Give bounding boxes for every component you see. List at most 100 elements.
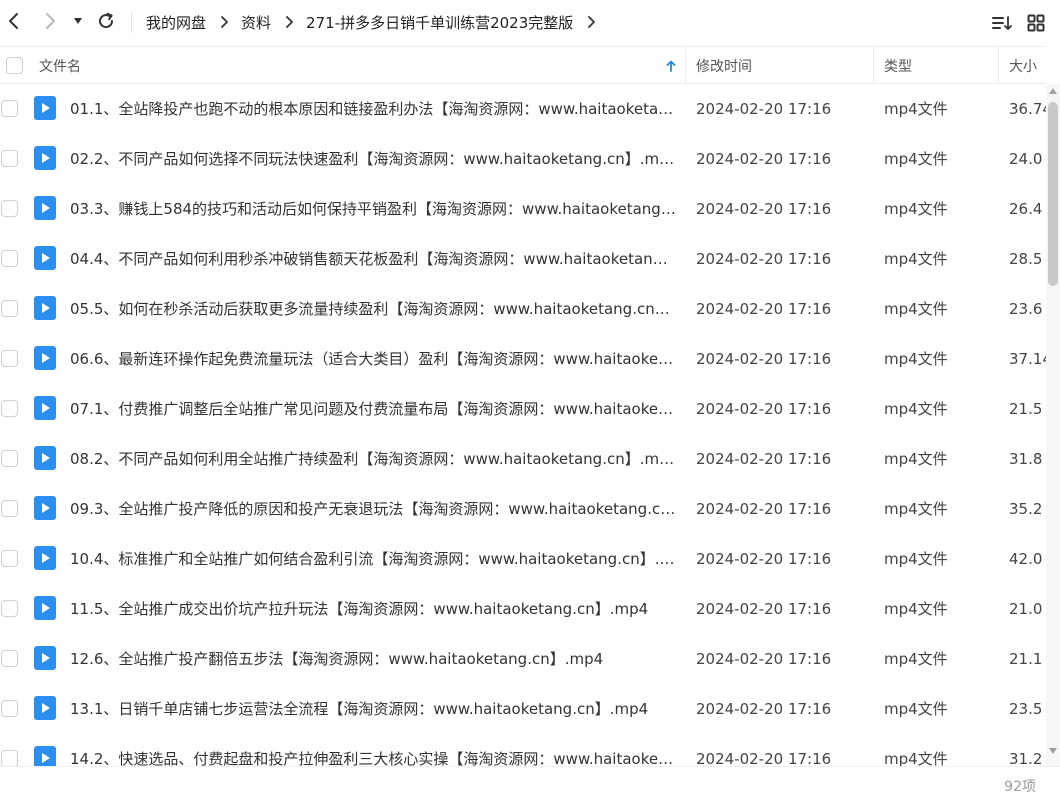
breadcrumb-item-current-folder[interactable]: 271-拼多多日销千单训练营2023完整版 (306, 12, 573, 33)
item-count: 92项 (1004, 779, 1036, 795)
table-row[interactable]: 08.2、不同产品如何利用全站推广持续盈利【海淘资源网：www.haitaoke… (0, 434, 1046, 484)
status-bar: 92项 (0, 766, 1060, 802)
file-size: 21.5 (1009, 400, 1043, 418)
table-row[interactable]: 05.5、如何在秒杀活动后获取更多流量持续盈利【海淘资源网：www.haitao… (0, 284, 1046, 334)
file-modified: 2024-02-20 17:16 (696, 550, 832, 568)
grid-view-button[interactable] (1022, 9, 1050, 37)
video-file-icon (34, 496, 56, 520)
table-row[interactable]: 02.2、不同产品如何选择不同玩法快速盈利【海淘资源网：www.haitaoke… (0, 134, 1046, 184)
file-size: 24.0 (1009, 150, 1043, 168)
toolbar: 我的网盘 资料 271-拼多多日销千单训练营2023完整版 (0, 0, 1060, 44)
row-checkbox[interactable] (1, 250, 18, 267)
column-header-modified[interactable]: 修改时间 (696, 47, 866, 84)
file-name[interactable]: 09.3、全站推广投产降低的原因和投产无衰退玩法【海淘资源网：www.haita… (70, 484, 676, 534)
row-checkbox[interactable] (1, 650, 18, 667)
video-file-icon (34, 546, 56, 570)
row-checkbox[interactable] (1, 450, 18, 467)
file-type: mp4文件 (884, 650, 948, 668)
table-row[interactable]: 07.1、付费推广调整后全站推广常见问题及付费流量布局【海淘资源网：www.ha… (0, 384, 1046, 434)
file-modified: 2024-02-20 17:16 (696, 700, 832, 718)
row-checkbox[interactable] (1, 500, 18, 517)
grid-view-icon (1027, 14, 1045, 32)
table-row[interactable]: 14.2、快速选品、付费起盘和投产拉伸盈利三大核心实操【海淘资源网：www.ha… (0, 734, 1046, 766)
file-type: mp4文件 (884, 700, 948, 718)
video-file-icon (34, 646, 56, 670)
file-name[interactable]: 05.5、如何在秒杀活动后获取更多流量持续盈利【海淘资源网：www.haitao… (70, 284, 676, 334)
file-type: mp4文件 (884, 200, 948, 218)
table-row[interactable]: 09.3、全站推广投产降低的原因和投产无衰退玩法【海淘资源网：www.haita… (0, 484, 1046, 534)
file-type: mp4文件 (884, 150, 948, 168)
file-modified: 2024-02-20 17:16 (696, 650, 832, 668)
file-size: 35.2 (1009, 500, 1043, 518)
column-divider[interactable] (873, 47, 874, 84)
chevron-right-icon[interactable] (587, 16, 596, 28)
checkbox[interactable] (6, 57, 23, 74)
video-file-icon (34, 246, 56, 270)
scroll-up-icon[interactable] (1049, 88, 1057, 94)
file-name[interactable]: 04.4、不同产品如何利用秒杀冲破销售额天花板盈利【海淘资源网：www.hait… (70, 234, 676, 284)
file-name[interactable]: 13.1、日销千单店铺七步运营法全流程【海淘资源网：www.haitaoketa… (70, 684, 676, 734)
file-modified: 2024-02-20 17:16 (696, 600, 832, 618)
table-row[interactable]: 10.4、标准推广和全站推广如何结合盈利引流【海淘资源网：www.haitaok… (0, 534, 1046, 584)
toolbar-divider (131, 11, 132, 33)
file-size: 23.6 (1009, 300, 1043, 318)
table-row[interactable]: 12.6、全站推广投产翻倍五步法【海淘资源网：www.haitaoketang.… (0, 634, 1046, 684)
sort-ascending-icon[interactable] (666, 47, 680, 84)
table-row[interactable]: 04.4、不同产品如何利用秒杀冲破销售额天花板盈利【海淘资源网：www.hait… (0, 234, 1046, 284)
file-name[interactable]: 07.1、付费推广调整后全站推广常见问题及付费流量布局【海淘资源网：www.ha… (70, 384, 676, 434)
column-header-name[interactable]: 文件名 (39, 47, 659, 84)
file-type: mp4文件 (884, 750, 948, 766)
row-checkbox[interactable] (1, 700, 18, 717)
row-checkbox[interactable] (1, 100, 18, 117)
forward-button[interactable] (36, 7, 64, 35)
file-size: 26.4 (1009, 200, 1043, 218)
column-header-size[interactable]: 大小 (1009, 47, 1046, 84)
row-checkbox[interactable] (1, 750, 18, 766)
table-row[interactable]: 06.6、最新连环操作起免费流量玩法（适合大类目）盈利【海淘资源网：www.ha… (0, 334, 1046, 384)
file-name[interactable]: 02.2、不同产品如何选择不同玩法快速盈利【海淘资源网：www.haitaoke… (70, 134, 676, 184)
column-header-type[interactable]: 类型 (884, 47, 994, 84)
breadcrumb-item-materials[interactable]: 资料 (241, 12, 271, 33)
file-name[interactable]: 03.3、赚钱上584的技巧和活动后如何保持平销盈利【海淘资源网：www.hai… (70, 184, 676, 234)
row-checkbox[interactable] (1, 200, 18, 217)
scroll-down-icon[interactable] (1049, 748, 1057, 754)
file-modified: 2024-02-20 17:16 (696, 500, 832, 518)
history-dropdown-button[interactable] (66, 7, 90, 35)
breadcrumb-item-my-drive[interactable]: 我的网盘 (146, 12, 206, 33)
column-divider[interactable] (998, 47, 999, 84)
row-checkbox[interactable] (1, 300, 18, 317)
file-type: mp4文件 (884, 300, 948, 318)
sort-button[interactable] (988, 9, 1016, 37)
row-checkbox[interactable] (1, 350, 18, 367)
row-checkbox[interactable] (1, 400, 18, 417)
table-row[interactable]: 01.1、全站降投产也跑不动的根本原因和链接盈利办法【海淘资源网：www.hai… (0, 84, 1046, 134)
file-name[interactable]: 12.6、全站推广投产翻倍五步法【海淘资源网：www.haitaoketang.… (70, 634, 676, 684)
refresh-button[interactable] (92, 7, 120, 35)
back-button[interactable] (0, 7, 28, 35)
file-size: 23.5 (1009, 700, 1043, 718)
file-size: 42.0 (1009, 550, 1043, 568)
table-row[interactable]: 13.1、日销千单店铺七步运营法全流程【海淘资源网：www.haitaoketa… (0, 684, 1046, 734)
column-header-type-label: 类型 (884, 58, 912, 75)
table-row[interactable]: 11.5、全站推广成交出价坑产拉升玩法【海淘资源网：www.haitaoketa… (0, 584, 1046, 634)
row-checkbox[interactable] (1, 150, 18, 167)
file-size: 21.1 (1009, 650, 1043, 668)
vertical-scrollbar[interactable] (1046, 84, 1060, 766)
file-name[interactable]: 14.2、快速选品、付费起盘和投产拉伸盈利三大核心实操【海淘资源网：www.ha… (70, 734, 676, 766)
file-name[interactable]: 11.5、全站推广成交出价坑产拉升玩法【海淘资源网：www.haitaoketa… (70, 584, 676, 634)
select-all-checkbox[interactable] (6, 47, 23, 84)
column-divider[interactable] (685, 47, 686, 84)
file-name[interactable]: 01.1、全站降投产也跑不动的根本原因和链接盈利办法【海淘资源网：www.hai… (70, 84, 676, 134)
chevron-right-icon (285, 16, 294, 28)
file-type: mp4文件 (884, 550, 948, 568)
file-modified: 2024-02-20 17:16 (696, 450, 832, 468)
file-size: 36.74 (1009, 100, 1046, 118)
file-name[interactable]: 10.4、标准推广和全站推广如何结合盈利引流【海淘资源网：www.haitaok… (70, 534, 676, 584)
table-row[interactable]: 03.3、赚钱上584的技巧和活动后如何保持平销盈利【海淘资源网：www.hai… (0, 184, 1046, 234)
video-file-icon (34, 746, 56, 766)
scroll-thumb[interactable] (1048, 102, 1058, 286)
file-name[interactable]: 06.6、最新连环操作起免费流量玩法（适合大类目）盈利【海淘资源网：www.ha… (70, 334, 676, 384)
row-checkbox[interactable] (1, 550, 18, 567)
file-name[interactable]: 08.2、不同产品如何利用全站推广持续盈利【海淘资源网：www.haitaoke… (70, 434, 676, 484)
row-checkbox[interactable] (1, 600, 18, 617)
